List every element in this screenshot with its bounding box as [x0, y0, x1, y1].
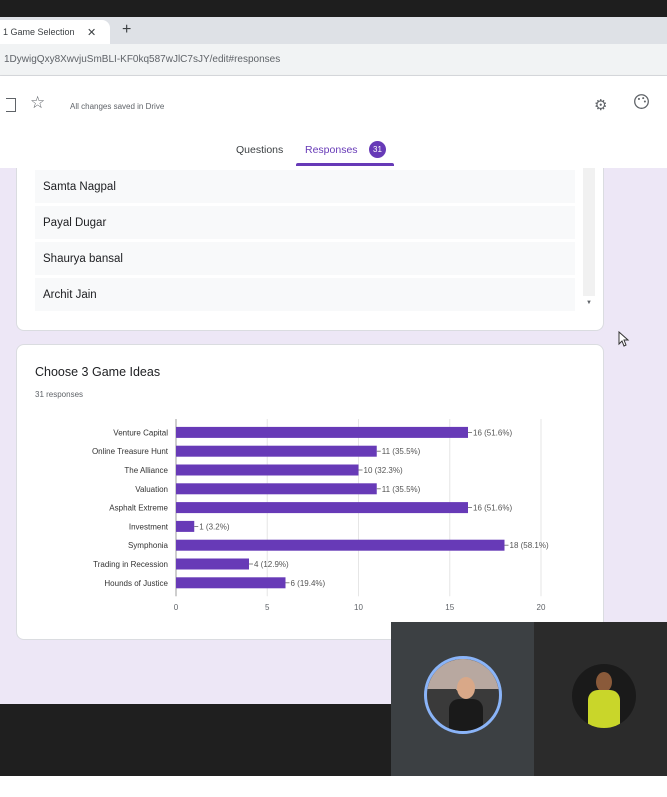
bar [176, 445, 377, 457]
bar [176, 577, 286, 589]
browser-tabstrip: 1 Game Selection ✕ + [0, 17, 667, 44]
tab-title: 1 Game Selection [3, 27, 75, 37]
close-icon[interactable]: ✕ [87, 26, 96, 39]
category-label: Venture Capital [113, 428, 168, 437]
responses-count-badge: 31 [369, 141, 386, 158]
bar [176, 464, 359, 476]
x-tick-label: 15 [445, 603, 454, 612]
tab-questions[interactable]: Questions [236, 144, 283, 156]
category-label: Investment [129, 522, 169, 531]
data-label: 11 (35.5%) [382, 485, 421, 494]
list-item: Payal Dugar [35, 206, 575, 239]
addon-icon[interactable]: ⚙ [594, 96, 607, 114]
category-label: Symphonia [128, 541, 169, 550]
bar [176, 539, 505, 551]
bar [176, 426, 468, 438]
category-label: Valuation [135, 485, 168, 494]
top-bar [0, 0, 667, 17]
url-text: 1DywigQxy8XwvjuSmBLI-KF0kq587wJlC7sJY/ed… [4, 54, 281, 65]
question-card: Choose 3 Game Ideas 31 responses 0 5 10 15 2… [16, 344, 604, 640]
address-bar[interactable]: 1DywigQxy8XwvjuSmBLI-KF0kq587wJlC7sJY/ed… [0, 44, 667, 76]
category-label: Hounds of Justice [104, 579, 168, 588]
category-label: Asphalt Extreme [109, 504, 168, 513]
category-label: The Alliance [124, 466, 168, 475]
bar [176, 558, 249, 570]
bar [176, 520, 195, 532]
forms-header: ☆ All changes saved in Drive ⚙ Questions… [0, 76, 667, 168]
data-label: 10 (32.3%) [364, 466, 403, 475]
data-label: 1 (3.2%) [199, 522, 230, 531]
participant-avatar [424, 656, 502, 734]
save-status: All changes saved in Drive [70, 102, 165, 111]
new-tab-icon[interactable]: + [122, 21, 131, 39]
mouse-cursor-icon [618, 331, 630, 347]
bottom-strip [0, 776, 667, 797]
x-tick-label: 5 [265, 603, 270, 612]
data-label: 6 (19.4%) [291, 579, 326, 588]
tab-responses[interactable]: Responses [305, 144, 358, 156]
list-item: Samta Nagpal [35, 170, 575, 203]
scrollbar[interactable] [583, 168, 595, 296]
screen: 1 Game Selection ✕ + 1DywigQxy8XwvjuSmBL… [0, 0, 667, 797]
data-label: 16 (51.6%) [473, 504, 512, 513]
data-label: 11 (35.5%) [382, 447, 421, 456]
active-tab-indicator [296, 163, 394, 166]
browser-tab[interactable]: 1 Game Selection ✕ [0, 20, 110, 44]
participant-avatar [572, 664, 636, 728]
category-label: Trading in Recession [93, 560, 168, 569]
category-label: Online Treasure Hunt [92, 447, 169, 456]
folder-icon[interactable] [6, 98, 16, 112]
bar [176, 502, 468, 514]
data-label: 4 (12.9%) [254, 560, 289, 569]
bar [176, 483, 377, 495]
data-label: 16 (51.6%) [473, 428, 512, 437]
x-tick-label: 0 [174, 603, 179, 612]
list-item: Shaurya bansal [35, 242, 575, 275]
palette-icon[interactable] [633, 93, 650, 110]
star-icon[interactable]: ☆ [30, 93, 45, 113]
data-label: 18 (58.1%) [510, 541, 549, 550]
bar-chart: 0 5 10 15 20 Venture Capital 16 (51.6%) Online … [92, 419, 549, 612]
x-tick-label: 20 [537, 603, 546, 612]
list-item: Archit Jain [35, 278, 575, 311]
x-tick-label: 10 [354, 603, 363, 612]
names-card: Samta Nagpal Payal Dugar Shaurya bansal … [16, 168, 604, 331]
scroll-down-icon[interactable]: ▼ [586, 300, 592, 306]
